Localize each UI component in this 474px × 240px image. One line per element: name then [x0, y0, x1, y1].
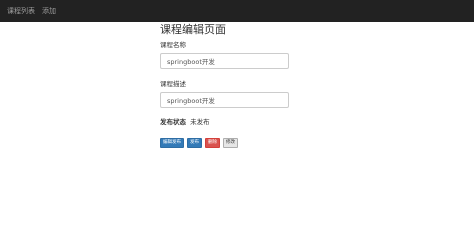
- course-desc-label: 课程描述: [160, 80, 186, 88]
- course-name-input[interactable]: [160, 53, 289, 69]
- publish-status-value: 未发布: [190, 118, 210, 126]
- nav-add[interactable]: 添加: [42, 6, 56, 16]
- publish-status-label: 发布状态: [160, 118, 186, 126]
- delete-button[interactable]: 删除: [205, 138, 220, 148]
- course-name-label: 课程名称: [160, 41, 186, 49]
- edit-form-container: 课程编辑页面 课程名称 课程描述 发布状态 未发布 编辑发布 发布 删除 修改: [160, 24, 290, 148]
- modify-button[interactable]: 修改: [223, 138, 238, 148]
- top-navbar: 课程列表 添加: [0, 0, 474, 22]
- publish-button[interactable]: 发布: [187, 138, 202, 148]
- publish-status-row: 发布状态 未发布: [160, 116, 290, 126]
- page-title: 课程编辑页面: [160, 23, 226, 36]
- nav-course-list[interactable]: 课程列表: [7, 6, 35, 16]
- action-buttons: 编辑发布 发布 删除 修改: [160, 138, 290, 148]
- course-desc-input[interactable]: [160, 92, 289, 108]
- edit-publish-button[interactable]: 编辑发布: [160, 138, 184, 148]
